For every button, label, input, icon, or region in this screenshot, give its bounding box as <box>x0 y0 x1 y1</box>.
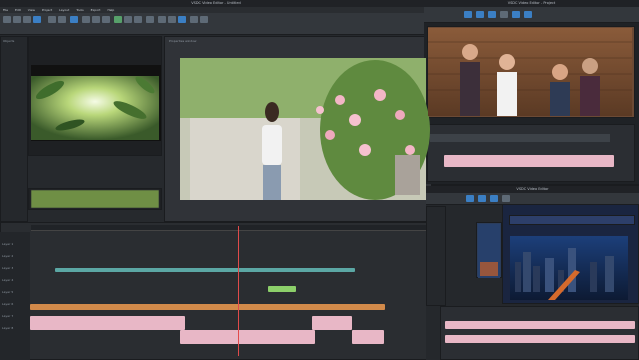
main-preview-panel: Properties window <box>164 36 432 222</box>
main-editor-window: VSDC Video Editor - Untitled File Edit V… <box>0 0 432 360</box>
menu-file[interactable]: File <box>3 8 8 12</box>
third-window-title: VSDC Video Editor <box>426 186 639 193</box>
track-label: Layer 4 <box>2 278 14 282</box>
second-toolbar-button[interactable] <box>488 11 496 18</box>
add-object-button[interactable] <box>70 16 78 23</box>
transitions-button[interactable] <box>190 16 198 23</box>
filters-button[interactable] <box>200 16 208 23</box>
second-toolbar-button[interactable] <box>512 11 520 18</box>
source-filmstrip <box>28 188 162 210</box>
second-editor-window: VSDC Video Editor - Project <box>424 0 639 184</box>
second-timeline-panel <box>427 124 635 182</box>
second-timeline-clip[interactable] <box>444 155 614 167</box>
third-toolbar-button[interactable] <box>502 195 510 202</box>
save-button[interactable] <box>23 16 31 23</box>
text-button[interactable] <box>168 16 176 23</box>
timeline-clip[interactable] <box>180 330 315 344</box>
properties-label: Properties window <box>169 39 197 43</box>
source-preview-frame <box>31 65 161 141</box>
fourth-window-filmstrip <box>509 215 635 225</box>
second-preview-panel <box>427 26 635 118</box>
second-toolbar-button[interactable] <box>524 11 532 18</box>
second-toolbar-button[interactable] <box>476 11 484 18</box>
third-toolbar-button[interactable] <box>478 195 486 202</box>
menu-help[interactable]: Help <box>107 8 114 12</box>
track-headers: Layer 1 Layer 2 Layer 3 Layer 4 Layer 5 … <box>0 232 30 360</box>
menu-layout[interactable]: Layout <box>59 8 69 12</box>
undo-button[interactable] <box>48 16 56 23</box>
fourth-window-preview <box>502 204 639 304</box>
third-timeline-clip[interactable] <box>445 335 635 343</box>
timeline-clip[interactable] <box>30 304 385 310</box>
timeline-ruler[interactable] <box>31 225 431 231</box>
third-editor-window: VSDC Video Editor <box>426 186 639 360</box>
settings-icon[interactable] <box>114 16 122 23</box>
menu-edit[interactable]: Edit <box>15 8 21 12</box>
track-label: Layer 6 <box>2 302 14 306</box>
menu-export[interactable]: Export <box>91 8 101 12</box>
menu-project[interactable]: Project <box>42 8 52 12</box>
playhead[interactable] <box>238 226 239 356</box>
redo-button[interactable] <box>58 16 66 23</box>
export-button[interactable] <box>33 16 41 23</box>
second-toolbar <box>424 7 639 23</box>
track-label: Layer 3 <box>2 266 14 270</box>
second-toolbar-button[interactable] <box>500 11 508 18</box>
new-project-button[interactable] <box>3 16 11 23</box>
crop-button[interactable] <box>146 16 154 23</box>
track-label: Layer 7 <box>2 314 14 318</box>
objects-label: Objects <box>3 39 15 43</box>
main-window-title: VSDC Video Editor - Untitled <box>0 0 432 7</box>
second-toolbar-button[interactable] <box>464 11 472 18</box>
third-small-preview <box>476 222 502 278</box>
copy-button[interactable] <box>92 16 100 23</box>
track-label: Layer 8 <box>2 326 14 330</box>
source-preview-panel <box>28 36 162 156</box>
second-window-title: VSDC Video Editor - Project <box>424 0 639 7</box>
timeline-clip[interactable] <box>352 330 384 344</box>
track-label: Layer 2 <box>2 254 14 258</box>
third-side-panel <box>426 206 446 306</box>
third-toolbar-button[interactable] <box>466 195 474 202</box>
objects-panel: Objects <box>0 36 28 222</box>
main-toolbar <box>0 13 432 35</box>
effects-button[interactable] <box>178 16 186 23</box>
track-label: Layer 5 <box>2 290 14 294</box>
third-timeline-panel <box>440 306 639 360</box>
timeline-clip[interactable] <box>55 268 355 272</box>
track-label: Layer 1 <box>2 242 14 246</box>
zoom-icon[interactable] <box>134 16 142 23</box>
scissors-icon[interactable] <box>124 16 132 23</box>
timeline-clip[interactable] <box>268 286 296 292</box>
open-project-button[interactable] <box>13 16 21 23</box>
timeline-clip[interactable] <box>312 316 352 330</box>
menu-view[interactable]: View <box>28 8 35 12</box>
paste-button[interactable] <box>102 16 110 23</box>
cut-button[interactable] <box>82 16 90 23</box>
third-toolbar-button[interactable] <box>490 195 498 202</box>
menu-tools[interactable]: Tools <box>76 8 83 12</box>
timeline-clip[interactable] <box>30 316 185 330</box>
third-timeline-clip[interactable] <box>445 321 635 329</box>
rotate-button[interactable] <box>158 16 166 23</box>
